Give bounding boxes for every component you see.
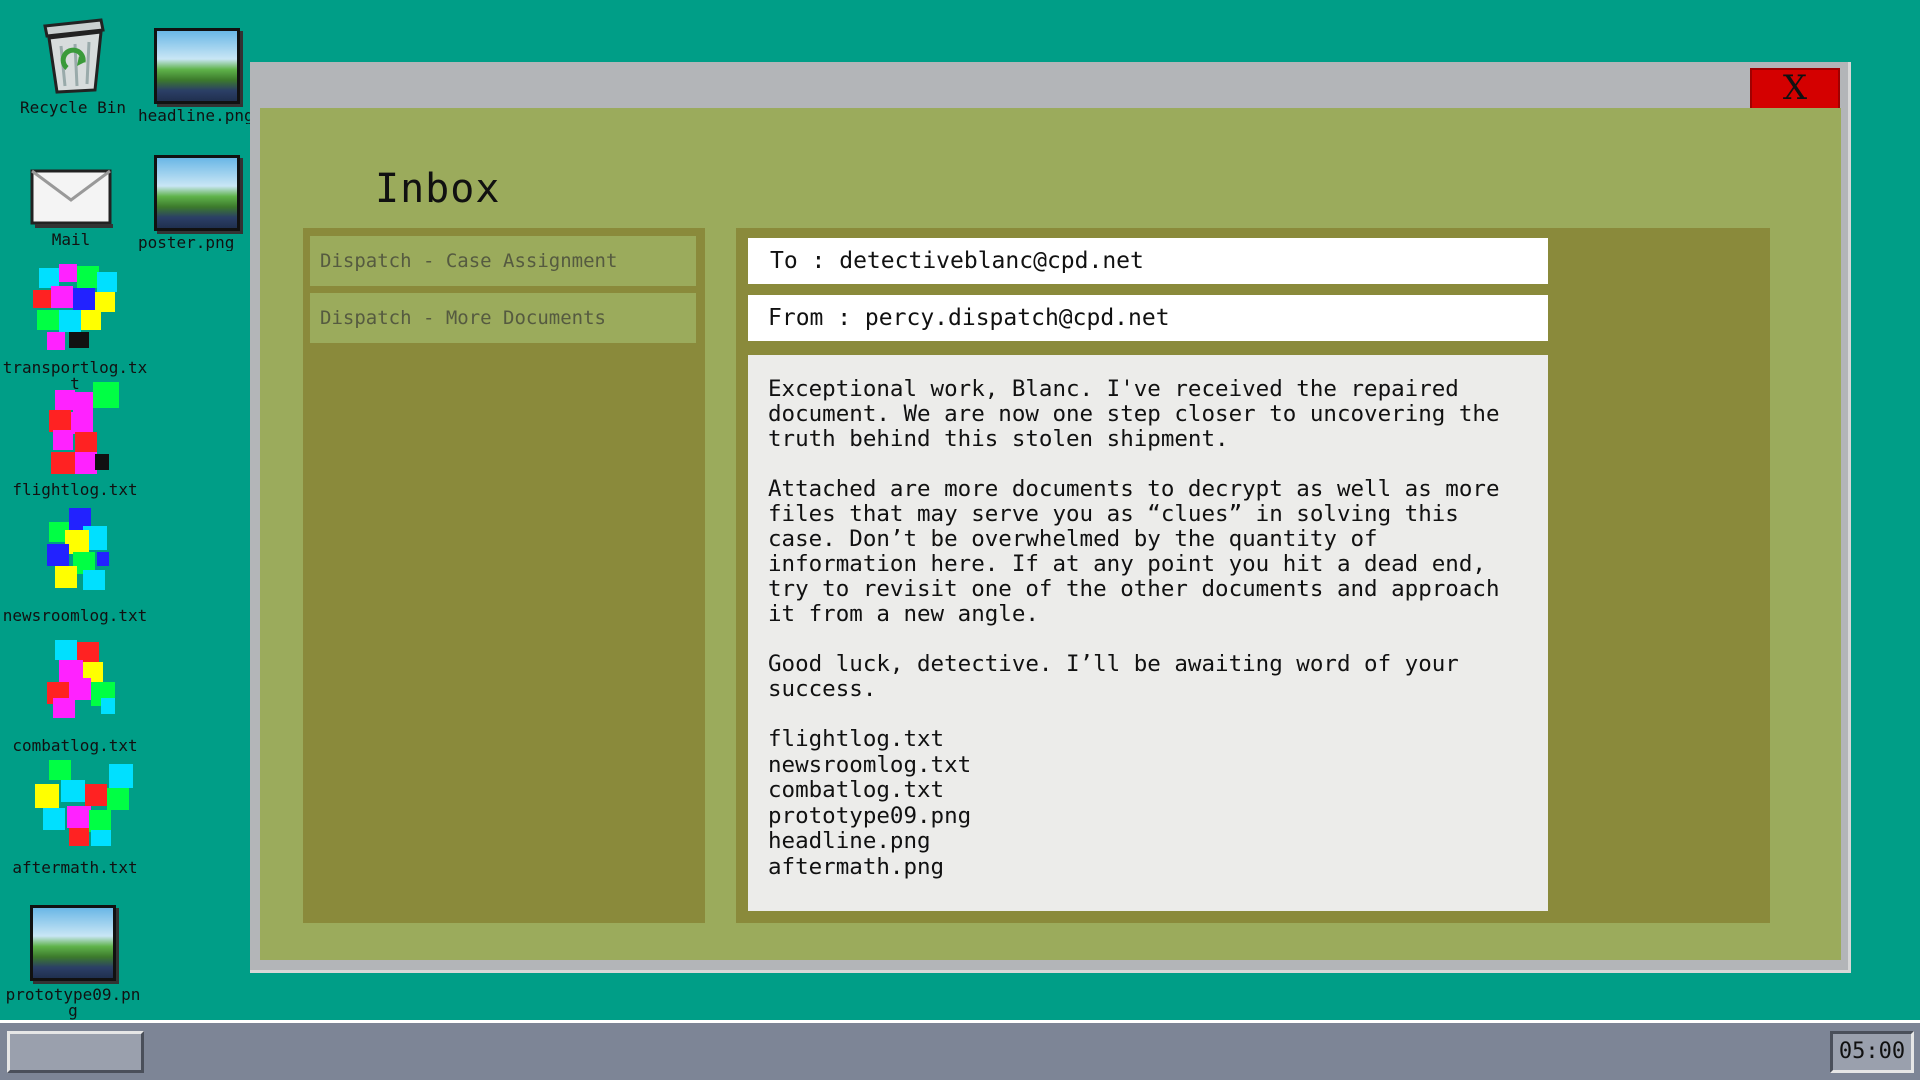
- desktop-icon-label: Mail: [51, 230, 91, 249]
- image-file-icon: [154, 28, 240, 104]
- message-list-item[interactable]: Dispatch - More Documents: [310, 293, 696, 343]
- attachment-list: flightlog.txt newsroomlog.txt combatlog.…: [768, 726, 1528, 881]
- message-list: Dispatch - Case Assignment Dispatch - Mo…: [303, 228, 705, 923]
- desktop-icon-aftermath-txt[interactable]: aftermath.txt: [10, 760, 140, 876]
- corrupted-file-icon: [25, 638, 125, 738]
- corrupted-file-icon: [25, 260, 125, 360]
- desktop-icon-headline-png[interactable]: headline.png: [132, 28, 262, 124]
- desktop-icon-label: aftermath.txt: [12, 858, 138, 877]
- desktop-icon-label: headline.png: [138, 108, 254, 124]
- recycle-bin-icon: [43, 18, 105, 94]
- message-reader: To : detectiveblanc@cpd.net From : percy…: [736, 228, 1770, 923]
- mail-envelope-icon: [30, 169, 113, 228]
- start-button[interactable]: [7, 1031, 144, 1073]
- desktop-icon-label: flightlog.txt: [12, 480, 138, 499]
- desktop-icon-prototype09-png[interactable]: prototype09.png: [6, 905, 140, 1019]
- message-body: Exceptional work, Blanc. I've received t…: [748, 355, 1548, 911]
- corrupted-file-icon: [25, 760, 133, 860]
- desktop-icon-mail[interactable]: Mail: [6, 168, 136, 248]
- taskbar-clock: 05:00: [1830, 1031, 1914, 1073]
- desktop-icon-label: combatlog.txt: [12, 736, 138, 755]
- taskbar: 05:00: [0, 1020, 1920, 1080]
- desktop-icon-transportlog-txt[interactable]: transportlog.txt: [3, 260, 147, 392]
- attachment-item[interactable]: newsroomlog.txt: [768, 752, 1528, 779]
- image-file-icon: [154, 155, 240, 231]
- message-paragraph: Attached are more documents to decrypt a…: [768, 476, 1500, 627]
- desktop-icon-poster-png[interactable]: poster.png: [132, 155, 262, 251]
- desktop-icon-label: prototype09.png: [5, 985, 141, 1020]
- message-paragraph: Good luck, detective. I’ll be awaiting w…: [768, 651, 1459, 702]
- image-file-icon: [30, 905, 116, 981]
- message-list-item[interactable]: Dispatch - Case Assignment: [310, 236, 696, 286]
- from-field: From : percy.dispatch@cpd.net: [748, 295, 1548, 341]
- attachment-item[interactable]: flightlog.txt: [768, 726, 1528, 753]
- desktop-icon-flightlog-txt[interactable]: flightlog.txt: [10, 382, 140, 498]
- desktop-icon-label: poster.png: [138, 235, 235, 251]
- attachment-item[interactable]: aftermath.png: [768, 854, 1528, 881]
- close-button[interactable]: X: [1750, 68, 1840, 110]
- desktop-icon-newsroomlog-txt[interactable]: newsroomlog.txt: [3, 508, 147, 624]
- mail-window-body: Inbox Dispatch - Case Assignment Dispatc…: [260, 108, 1841, 960]
- attachment-item[interactable]: combatlog.txt: [768, 777, 1528, 804]
- message-paragraph: Exceptional work, Blanc. I've received t…: [768, 376, 1500, 452]
- attachment-item[interactable]: headline.png: [768, 828, 1528, 855]
- mail-window: X Inbox Dispatch - Case Assignment Dispa…: [250, 62, 1851, 973]
- desktop-icon-recycle-bin[interactable]: Recycle Bin: [8, 12, 138, 116]
- corrupted-file-icon: [25, 382, 125, 482]
- desktop-icon-label: newsroomlog.txt: [2, 606, 148, 625]
- to-field: To : detectiveblanc@cpd.net: [748, 238, 1548, 284]
- desktop-icon-combatlog-txt[interactable]: combatlog.txt: [10, 638, 140, 754]
- corrupted-file-icon: [25, 508, 125, 608]
- page-title: Inbox: [375, 166, 501, 212]
- desktop-icon-label: Recycle Bin: [20, 98, 126, 117]
- attachment-item[interactable]: prototype09.png: [768, 803, 1528, 830]
